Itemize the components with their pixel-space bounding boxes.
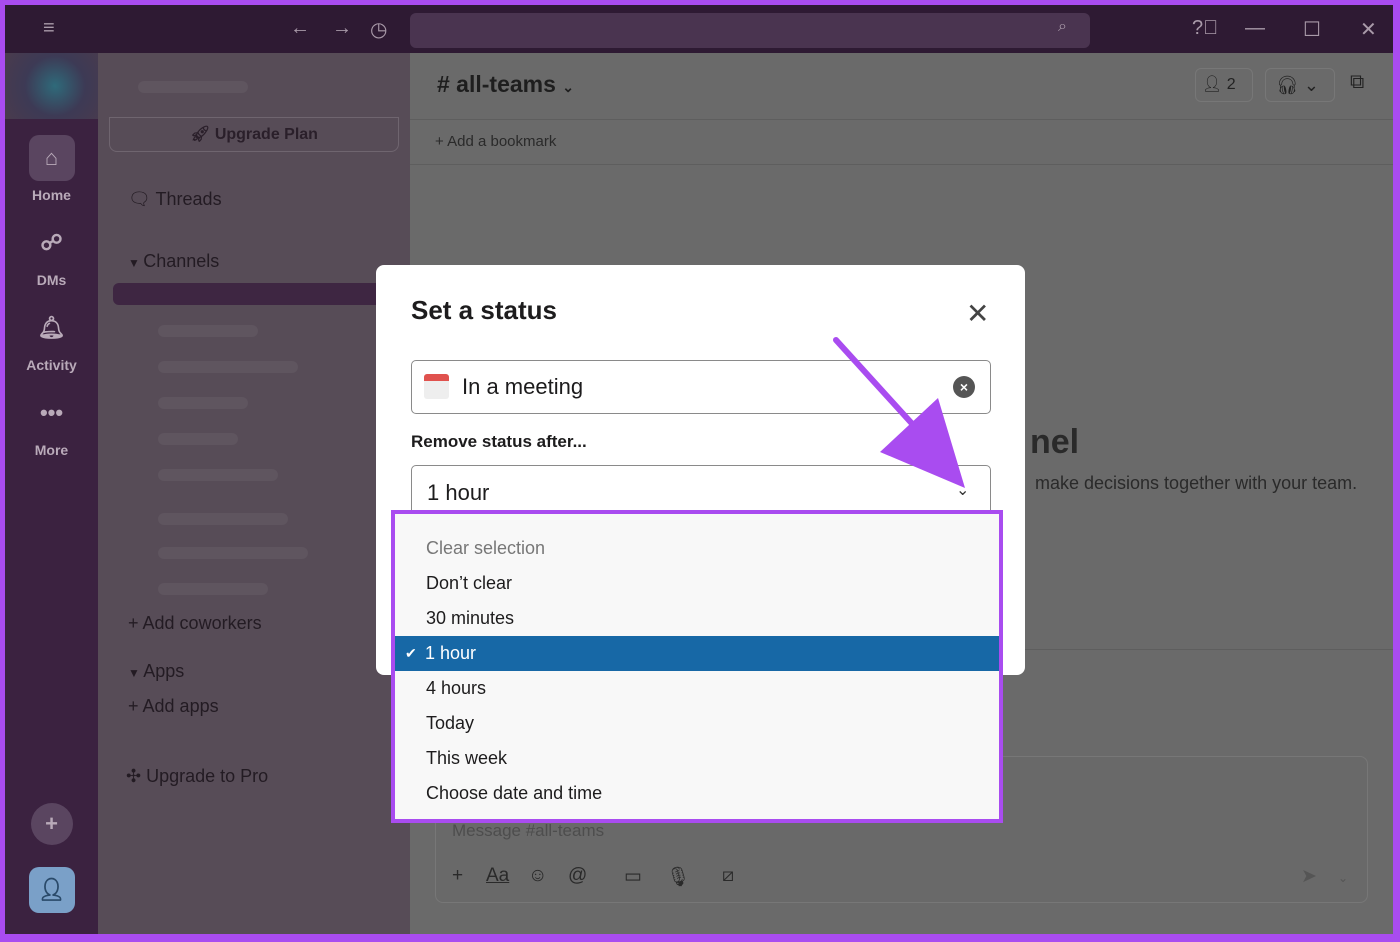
close-icon[interactable]: ✕	[966, 297, 989, 330]
threads-icon: 🗨︎	[128, 189, 156, 209]
caret-down-icon: ▼	[128, 666, 144, 680]
annotation-arrow-icon	[833, 337, 965, 488]
option-today[interactable]: Today	[395, 706, 999, 741]
plus-icon: +	[128, 696, 143, 716]
option-choose-date[interactable]: Choose date and time	[395, 776, 999, 811]
selected-value: 1 hour	[427, 480, 490, 505]
format-icon[interactable]: Aa	[486, 865, 509, 887]
upgrade-to-pro[interactable]: ✣ Upgrade to Pro	[126, 766, 268, 787]
emoji-icon[interactable]: ☺	[528, 865, 547, 887]
sidebar-item-threads[interactable]: 🗨︎ Threads	[128, 189, 222, 210]
avatar-icon: 👤︎	[1202, 76, 1227, 93]
rail-home[interactable]: ⌂ Home	[5, 135, 98, 203]
apps-section[interactable]: ▼ Apps	[128, 661, 184, 682]
history-icon[interactable]: ◷	[370, 17, 387, 42]
plus-icon[interactable]: +	[452, 865, 463, 887]
home-icon: ⌂	[28, 135, 75, 181]
message-input[interactable]: Message #all-teams	[452, 821, 604, 841]
add-bookmark[interactable]: + Add a bookmark	[435, 133, 556, 150]
help-icon[interactable]: ?⃝	[1192, 17, 1218, 40]
threads-label: Threads	[155, 189, 222, 209]
option-1-hour[interactable]: ✔ 1 hour	[395, 636, 999, 671]
channels-section[interactable]: ▼ Channels	[128, 251, 219, 272]
slash-icon[interactable]: ⧄	[722, 865, 734, 887]
add-apps[interactable]: + Add apps	[128, 696, 219, 717]
title-bar: ≡ ← → ◷ ⌕ ?⃝ — ☐ ✕	[5, 5, 1393, 53]
caret-down-icon: ▼	[128, 256, 144, 270]
rail-dms[interactable]: ☍ DMs	[5, 220, 98, 288]
add-workspace-button[interactable]: +	[5, 803, 98, 851]
upgrade-plan-button[interactable]: 🚀︎ Upgrade Plan	[109, 117, 399, 152]
back-icon[interactable]: ←	[290, 17, 310, 40]
plus-icon: +	[30, 803, 73, 845]
members-button[interactable]: 👤︎ 2	[1195, 68, 1253, 102]
add-apps-label: Add apps	[142, 696, 219, 716]
option-30-minutes[interactable]: 30 minutes	[395, 601, 999, 636]
hero-subtitle: make decisions together with your team.	[1035, 473, 1358, 493]
bell-icon: 🔔︎	[37, 315, 66, 340]
forward-icon[interactable]: →	[332, 17, 352, 40]
add-coworkers[interactable]: + Add coworkers	[128, 613, 262, 634]
sidebar: 🚀︎ Upgrade Plan 🗨︎ Threads ▼ Channels + …	[98, 53, 410, 934]
chevron-down-icon: ⌄	[562, 79, 575, 95]
workspace-icon[interactable]	[5, 53, 98, 119]
channel-title[interactable]: # all-teams ⌄	[437, 71, 574, 98]
search-input[interactable]: ⌕	[410, 13, 1090, 48]
rail-label: Home	[32, 187, 71, 203]
remove-after-label: Remove status after...	[411, 432, 587, 451]
member-count: 2	[1226, 76, 1236, 93]
slack-icon: ✣	[126, 766, 147, 786]
option-clear-selection[interactable]: Clear selection	[395, 531, 999, 566]
rail-label: More	[34, 442, 69, 458]
send-options-icon[interactable]: ⌄	[1338, 871, 1348, 885]
user-icon: 👤︎	[28, 867, 75, 913]
maximize-icon[interactable]: ☐	[1303, 17, 1321, 42]
option-4-hours[interactable]: 4 hours	[395, 671, 999, 706]
add-bookmark-label: Add a bookmark	[447, 133, 557, 150]
mic-icon[interactable]: 🎙︎	[666, 865, 690, 889]
avatar[interactable]: 👤︎	[5, 867, 98, 919]
option-label: 1 hour	[425, 643, 477, 663]
mention-icon[interactable]: @	[568, 865, 587, 887]
option-dont-clear[interactable]: Don’t clear	[395, 566, 999, 601]
remove-after-dropdown: Clear selection Don’t clear 30 minutes ✔…	[391, 510, 1003, 823]
hero-title: nel	[1030, 423, 1080, 461]
more-icon: •••	[39, 400, 64, 425]
upgrade-pro-label: Upgrade to Pro	[146, 766, 269, 786]
check-icon: ✔	[405, 645, 417, 661]
rail-label: DMs	[36, 272, 67, 288]
huddle-button[interactable]: 🎧︎ ⌄	[1265, 68, 1335, 102]
close-icon[interactable]: ✕	[1360, 17, 1377, 42]
option-this-week[interactable]: This week	[395, 741, 999, 776]
search-icon: ⌕	[1058, 18, 1067, 35]
modal-title: Set a status	[411, 295, 557, 325]
menu-icon[interactable]: ≡	[43, 17, 55, 40]
rail-more[interactable]: ••• More	[5, 390, 98, 458]
rail-activity[interactable]: 🔔︎ Activity	[5, 305, 98, 373]
status-text: In a meeting	[462, 374, 584, 399]
channels-label: Channels	[143, 251, 220, 271]
rocket-icon: 🚀︎	[190, 126, 215, 143]
plus-icon: +	[128, 613, 143, 633]
channel-name: # all-teams	[437, 71, 556, 97]
upgrade-plan-label: Upgrade Plan	[214, 126, 318, 143]
workspace-rail: ⌂ Home ☍ DMs 🔔︎ Activity ••• More + 👤︎	[5, 53, 98, 934]
rail-label: Activity	[26, 357, 77, 373]
add-coworkers-label: Add coworkers	[142, 613, 262, 633]
dms-icon: ☍	[40, 230, 63, 255]
plus-icon: +	[435, 133, 448, 150]
send-icon[interactable]: ➤	[1301, 865, 1317, 888]
calendar-icon[interactable]	[424, 374, 449, 399]
minimize-icon[interactable]: —	[1245, 17, 1265, 40]
workspace-header[interactable]	[98, 53, 410, 119]
apps-label: Apps	[143, 661, 185, 681]
canvas-icon[interactable]: ⧉	[1350, 71, 1364, 94]
video-icon[interactable]: ▭	[624, 865, 642, 888]
headphones-icon: 🎧︎ ⌄	[1276, 75, 1319, 95]
